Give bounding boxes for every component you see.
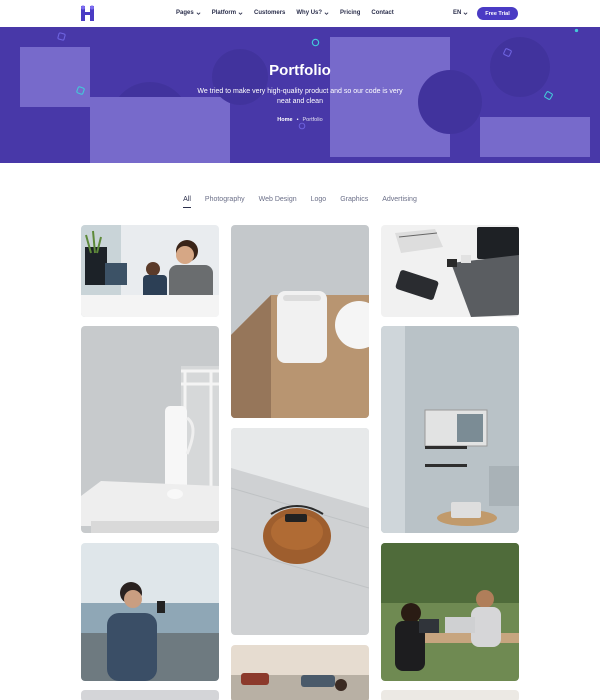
menu-item-platform[interactable]: Platform <box>212 10 243 16</box>
portfolio-item-vase[interactable] <box>81 326 219 533</box>
menu-item-why-us[interactable]: Why Us? <box>296 10 329 16</box>
menu-item-contact[interactable]: Contact <box>371 10 393 16</box>
filter-tab-web-design[interactable]: Web Design <box>259 196 297 208</box>
portfolio-item-partial[interactable] <box>81 690 219 700</box>
filter-tab-all[interactable]: All <box>183 196 191 208</box>
decor-square-icon <box>76 86 85 95</box>
free-trial-button[interactable]: Free Trial <box>477 7 518 20</box>
filter-tab-photography[interactable]: Photography <box>205 196 245 208</box>
filter-tab-advertising[interactable]: Advertising <box>382 196 417 208</box>
speaker-on-table-photo <box>231 225 369 418</box>
developers-at-desk-photo <box>81 225 219 317</box>
menu-item-pages[interactable]: Pages <box>176 10 201 16</box>
page-title: Portfolio <box>269 62 331 79</box>
portfolio-item-bag[interactable] <box>231 428 369 635</box>
vase-on-white-table-photo <box>81 326 219 533</box>
decor-circle-icon <box>298 122 306 130</box>
page-hero: Portfolio We tried to make very high-qua… <box>0 27 600 163</box>
shelf-and-laptop-photo <box>381 326 519 533</box>
menu-item-pricing[interactable]: Pricing <box>340 10 360 16</box>
portfolio-item-shelf[interactable] <box>381 326 519 533</box>
partial-photo <box>81 690 219 700</box>
page-subtitle: We tried to make very high-quality produ… <box>197 88 403 105</box>
portfolio-item-cafe[interactable] <box>381 543 519 681</box>
portfolio-item-speaker[interactable] <box>231 225 369 418</box>
portfolio-item-man-with-phone[interactable] <box>81 543 219 681</box>
people-at-cafe-photo <box>381 543 519 681</box>
breadcrumb-separator: • <box>296 117 299 123</box>
decor-square-icon <box>57 32 66 41</box>
menu-item-customers[interactable]: Customers <box>254 10 285 16</box>
portfolio-item-partial[interactable] <box>381 690 519 700</box>
decor-square-icon <box>544 91 553 100</box>
language-label: EN <box>453 10 462 16</box>
breadcrumb-home-link[interactable]: Home <box>277 117 292 123</box>
portfolio-item-street[interactable] <box>231 645 369 700</box>
man-with-phone-photo <box>81 543 219 681</box>
brand-logo-icon[interactable] <box>80 5 95 22</box>
chevron-down-icon <box>463 11 468 15</box>
chevron-down-icon <box>324 11 329 15</box>
portfolio-filter-tabs: All Photography Web Design Logo Graphics… <box>0 196 600 208</box>
decor-circle-icon <box>311 38 320 47</box>
portfolio-item-developers[interactable] <box>81 225 219 317</box>
top-navbar: Pages Platform Customers Why Us? Pricing… <box>0 0 600 27</box>
chevron-down-icon <box>196 11 201 15</box>
leather-bag-photo <box>231 428 369 635</box>
decor-square-icon <box>503 48 512 57</box>
portfolio-item-laptop[interactable] <box>381 225 519 317</box>
breadcrumb: Home • Portfolio <box>0 117 600 123</box>
partial-photo <box>381 690 519 700</box>
main-menu: Pages Platform Customers Why Us? Pricing… <box>176 10 394 16</box>
language-selector[interactable]: EN <box>453 10 468 16</box>
filter-tab-graphics[interactable]: Graphics <box>340 196 368 208</box>
breadcrumb-current: Portfolio <box>302 117 323 123</box>
street-scene-photo <box>231 645 369 700</box>
filter-tab-logo[interactable]: Logo <box>311 196 327 208</box>
laptop-and-phone-photo <box>381 225 519 317</box>
chevron-down-icon <box>238 11 243 15</box>
decor-dot-icon <box>574 28 579 33</box>
